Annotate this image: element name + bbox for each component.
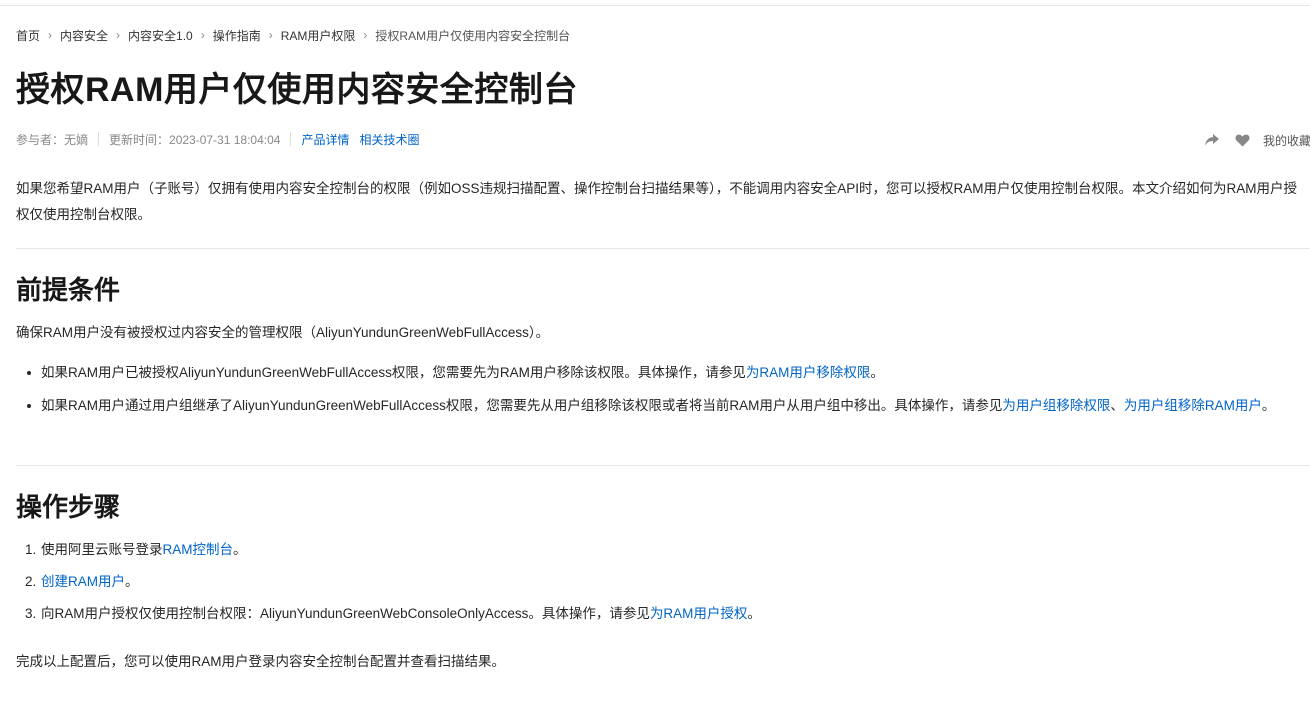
- top-divider: [0, 5, 1310, 6]
- step-text: 向RAM用户授权仅使用控制台权限：AliyunYundunGreenWebCon…: [41, 606, 650, 621]
- list-item-sep: 、: [1110, 398, 1124, 413]
- remove-group-permission-link[interactable]: 为用户组移除权限: [1002, 398, 1110, 413]
- breadcrumb-item-home[interactable]: 首页: [16, 27, 40, 44]
- ram-console-link[interactable]: RAM控制台: [163, 542, 234, 557]
- step-end: 。: [125, 574, 139, 589]
- meta-divider: [290, 132, 292, 146]
- update-time: 更新时间：2023-07-31 18:04:04: [109, 132, 281, 147]
- breadcrumb: 首页 › 内容安全 › 内容安全1.0 › 操作指南 › RAM用户权限 › 授…: [16, 27, 570, 43]
- intro-paragraph: 如果您希望RAM用户（子账号）仅拥有使用内容安全控制台的权限（例如OSS违规扫描…: [16, 181, 1298, 222]
- contributors: 参与者：无嫡: [16, 132, 89, 147]
- list-item-text: 如果RAM用户已被授权AliyunYundunGreenWebFullAcces…: [41, 365, 746, 380]
- section-divider: [16, 248, 1310, 249]
- heart-icon[interactable]: [1233, 131, 1251, 149]
- steps-heading: 操作步骤: [16, 492, 121, 522]
- list-item-end: 。: [870, 365, 884, 380]
- step-end: 。: [233, 542, 247, 557]
- section-divider: [16, 465, 1310, 466]
- prereq-list: 如果RAM用户已被授权AliyunYundunGreenWebFullAcces…: [16, 361, 1310, 418]
- share-icon[interactable]: [1203, 131, 1221, 149]
- tech-circle-link[interactable]: 相关技术圈: [359, 131, 419, 148]
- product-detail-link[interactable]: 产品详情: [301, 131, 349, 148]
- list-item: 如果RAM用户通过用户组继承了AliyunYundunGreenWebFullA…: [16, 394, 1310, 418]
- chevron-right-icon: ›: [200, 28, 205, 42]
- page-title: 授权RAM用户仅使用内容安全控制台: [16, 71, 578, 109]
- breadcrumb-item-content-security-1[interactable]: 内容安全1.0: [128, 27, 193, 44]
- remove-user-permission-link[interactable]: 为RAM用户移除权限: [746, 365, 871, 380]
- breadcrumb-item-content-security[interactable]: 内容安全: [60, 27, 108, 44]
- authorize-ram-user-link[interactable]: 为RAM用户授权: [650, 606, 748, 621]
- breadcrumb-item-guide[interactable]: 操作指南: [213, 27, 261, 44]
- step-end: 。: [747, 606, 761, 621]
- step-item: 2. 创建RAM用户。: [16, 570, 1310, 602]
- step-number: 2.: [25, 574, 37, 589]
- meta-divider: [98, 132, 100, 146]
- article-actions: 我的收藏: [1203, 131, 1310, 149]
- step-number: 3.: [25, 606, 37, 621]
- list-item-end: 。: [1261, 398, 1276, 413]
- conclusion-paragraph: 完成以上配置后，您可以使用RAM用户登录内容安全控制台配置并查看扫描结果。: [16, 654, 505, 669]
- create-ram-user-link[interactable]: 创建RAM用户: [41, 574, 125, 589]
- breadcrumb-item-ram-permissions[interactable]: RAM用户权限: [281, 27, 356, 44]
- step-item: 1. 使用阿里云账号登录RAM控制台。: [16, 538, 1310, 570]
- chevron-right-icon: ›: [268, 28, 273, 42]
- prereq-paragraph: 确保RAM用户没有被授权过内容安全的管理权限（AliyunYundunGreen…: [16, 325, 550, 340]
- chevron-right-icon: ›: [48, 28, 53, 42]
- my-favorites-link[interactable]: 我的收藏: [1263, 132, 1310, 149]
- step-text: 使用阿里云账号登录: [41, 542, 163, 557]
- chevron-right-icon: ›: [363, 28, 368, 42]
- breadcrumb-current: 授权RAM用户仅使用内容安全控制台: [375, 28, 571, 43]
- prereq-heading: 前提条件: [16, 275, 121, 305]
- steps-list: 1. 使用阿里云账号登录RAM控制台。 2. 创建RAM用户。 3. 向RAM用…: [16, 538, 1310, 634]
- remove-group-user-link[interactable]: 为用户组移除RAM用户: [1124, 398, 1262, 413]
- list-item: 如果RAM用户已被授权AliyunYundunGreenWebFullAcces…: [16, 361, 1310, 385]
- step-number: 1.: [25, 542, 37, 557]
- bullet-dot: [27, 404, 31, 408]
- chevron-right-icon: ›: [116, 28, 121, 42]
- list-item-text: 如果RAM用户通过用户组继承了AliyunYundunGreenWebFullA…: [41, 398, 1003, 413]
- article-meta: 参与者：无嫡 更新时间：2023-07-31 18:04:04 产品详情 相关技…: [16, 131, 419, 147]
- bullet-dot: [27, 371, 31, 375]
- step-item: 3. 向RAM用户授权仅使用控制台权限：AliyunYundunGreenWeb…: [16, 602, 1310, 634]
